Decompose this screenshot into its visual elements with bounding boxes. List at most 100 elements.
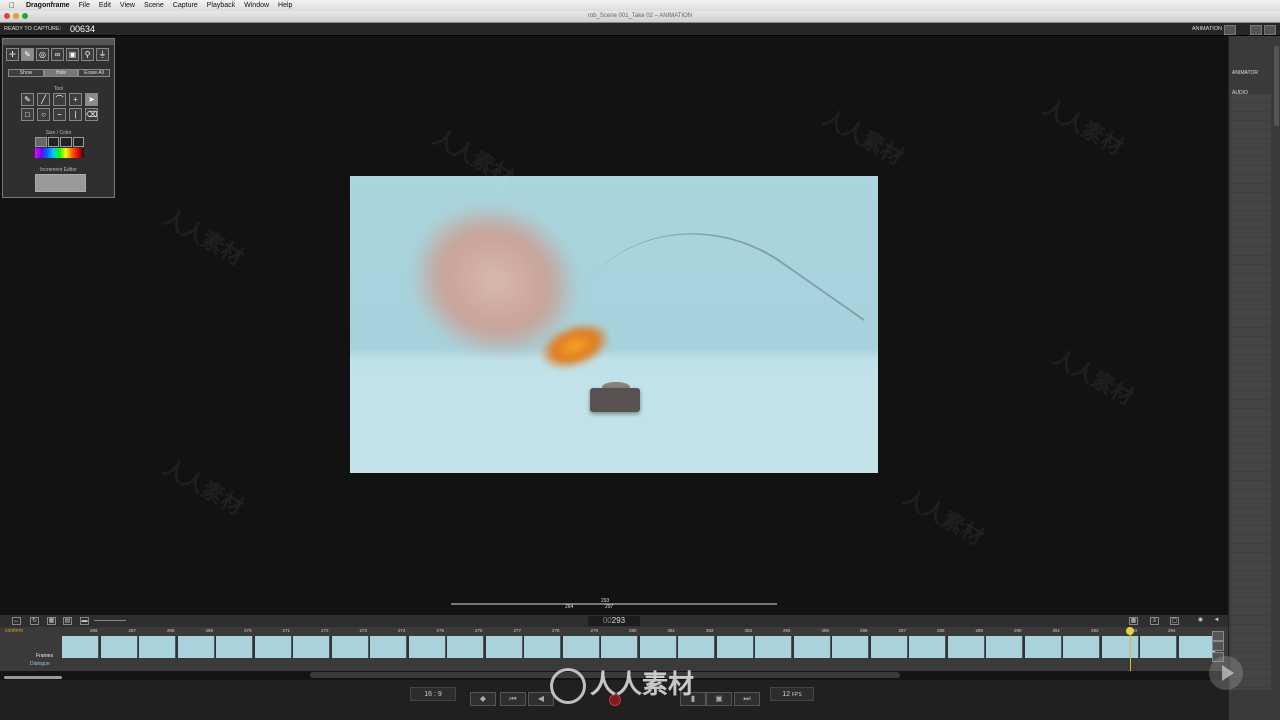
frame-thumbnail[interactable] (139, 636, 176, 658)
scrub-in[interactable]: 264 (565, 604, 573, 610)
menu-window[interactable]: Window (244, 2, 269, 9)
hide-button[interactable]: Hide (44, 69, 78, 77)
frame-thumbnail[interactable] (909, 636, 946, 658)
frame-thumbnail[interactable] (1024, 636, 1062, 658)
vertical-line-icon[interactable]: | (69, 108, 82, 121)
frame-thumbnail[interactable] (1140, 636, 1177, 658)
frame-thumbnail[interactable] (986, 636, 1023, 658)
frame-thumbnail[interactable] (1101, 636, 1139, 658)
pencil-mode-icon[interactable]: ✎ (21, 48, 34, 61)
guide-icon[interactable]: ⏚ (96, 48, 109, 61)
horizontal-line-icon[interactable]: − (53, 108, 66, 121)
frame-thumbnail[interactable] (408, 636, 446, 658)
frame-counter[interactable]: 00293 (588, 616, 640, 626)
frame-thumbnail[interactable] (870, 636, 908, 658)
select-arrow-icon[interactable]: ➤ (85, 93, 98, 106)
play-back-icon[interactable]: ◀ (528, 692, 554, 706)
layers-icon[interactable]: ▣ (66, 48, 79, 61)
size-picker[interactable] (35, 137, 84, 147)
timeline-side-icon-1[interactable] (1212, 631, 1224, 641)
ellipse-icon[interactable]: ○ (37, 108, 50, 121)
frame-thumbnail[interactable] (254, 636, 292, 658)
frame-thumbnail[interactable] (293, 636, 330, 658)
frame-thumbnail[interactable] (485, 636, 523, 658)
playhead-handle[interactable] (1126, 627, 1134, 635)
frame-thumbnail[interactable] (62, 636, 99, 658)
fps-select[interactable]: 12 FPS (770, 687, 814, 701)
menu-file[interactable]: File (79, 2, 90, 9)
dialogue-track-label[interactable]: Dialogue (30, 661, 50, 667)
menu-scene[interactable]: Scene (144, 2, 164, 9)
eraser-icon[interactable]: ⌫ (85, 108, 98, 121)
view-list-icon[interactable]: ≡ (1150, 617, 1159, 625)
frame-thumbnail[interactable] (100, 636, 138, 658)
loop-icon[interactable]: ↻ (30, 617, 39, 625)
loop-toggle-icon[interactable]: ▣ (706, 692, 732, 706)
onion-skin-icon[interactable]: ◎ (36, 48, 49, 61)
step-back-icon[interactable]: ⏮ (500, 692, 526, 706)
frame-thumbnail[interactable] (832, 636, 869, 658)
step-forward-icon[interactable]: ⏭ (734, 692, 760, 706)
increment-editor[interactable] (35, 174, 86, 192)
frame-thumbnail[interactable] (947, 636, 985, 658)
frame-thumbnail[interactable] (716, 636, 754, 658)
frame-thumbnail[interactable] (177, 636, 215, 658)
menu-view[interactable]: View (120, 2, 135, 9)
expand-icon[interactable]: ↔ (12, 617, 21, 625)
layout-icon[interactable] (1224, 25, 1236, 35)
timeline-ruler[interactable]: 266 267 268 269 270 271 272 273 274 275 276 277 278 2… (90, 627, 1208, 635)
erase-all-button[interactable]: Erase All (78, 69, 110, 77)
timeline-side-icon-2[interactable] (1212, 641, 1224, 651)
panel-scrollbar[interactable] (1274, 46, 1279, 126)
fullscreen-icon[interactable] (1264, 25, 1276, 35)
crosshair-icon[interactable]: + (69, 93, 82, 106)
apple-menu-icon[interactable]:  (6, 1, 18, 10)
frames-lane[interactable] (62, 636, 1216, 658)
frame-thumbnail[interactable] (370, 636, 407, 658)
grid-icon[interactable]: ▦ (47, 617, 56, 625)
frame-thumbnail[interactable] (1063, 636, 1100, 658)
thumbnail-icon[interactable]: ▤ (63, 617, 72, 625)
menu-app[interactable]: Dragonframe (26, 2, 70, 9)
workspace-mode[interactable]: ANIMATION (1192, 26, 1222, 32)
frame-thumbnail[interactable] (793, 636, 831, 658)
aspect-ratio-select[interactable]: 16 : 9 (410, 687, 456, 701)
frame-thumbnail[interactable] (524, 636, 561, 658)
frame-thumbnail[interactable] (601, 636, 638, 658)
menu-help[interactable]: Help (278, 2, 292, 9)
play-overlay-icon[interactable] (1209, 656, 1243, 690)
frame-thumbnail[interactable] (447, 636, 484, 658)
volume-slider[interactable] (4, 676, 62, 679)
color-swatches[interactable] (35, 148, 84, 158)
frame-thumbnail[interactable] (755, 636, 792, 658)
panel-toggle-icon[interactable] (1250, 25, 1262, 35)
film-icon[interactable]: ▬ (80, 617, 89, 625)
playback-range-slider[interactable]: 293 264 297 (451, 598, 777, 610)
menu-edit[interactable]: Edit (99, 2, 111, 9)
menu-capture[interactable]: Capture (173, 2, 198, 9)
home-icon[interactable]: ◆ (470, 692, 496, 706)
curve-icon[interactable]: ⌒ (53, 93, 66, 106)
move-icon[interactable]: ✛ (6, 48, 19, 61)
show-button[interactable]: Show (8, 69, 44, 77)
frame-thumbnail[interactable] (562, 636, 600, 658)
zoom-slider[interactable] (94, 620, 126, 621)
view-grid-icon[interactable]: ▦ (1129, 617, 1138, 625)
link-icon[interactable]: ∞ (51, 48, 64, 61)
exposure-sheet[interactable] (1231, 94, 1271, 690)
magnify-icon[interactable]: ⚲ (81, 48, 94, 61)
frame-thumbnail[interactable] (331, 636, 369, 658)
view-single-icon[interactable]: ▢ (1170, 617, 1179, 625)
speaker-icon[interactable]: ◄ (1212, 617, 1221, 625)
frame-thumbnail[interactable] (216, 636, 253, 658)
rectangle-icon[interactable]: □ (21, 108, 34, 121)
pencil-icon[interactable]: ✎ (21, 93, 34, 106)
frame-thumbnail[interactable] (1178, 636, 1216, 658)
menu-playback[interactable]: Playback (207, 2, 235, 9)
palette-title-bar[interactable] (3, 39, 114, 45)
frame-thumbnail[interactable] (678, 636, 715, 658)
line-icon[interactable]: ╱ (37, 93, 50, 106)
scrub-out[interactable]: 297 (605, 604, 613, 610)
frame-viewer[interactable] (350, 176, 878, 473)
eye-icon[interactable]: ◉ (1196, 617, 1205, 625)
